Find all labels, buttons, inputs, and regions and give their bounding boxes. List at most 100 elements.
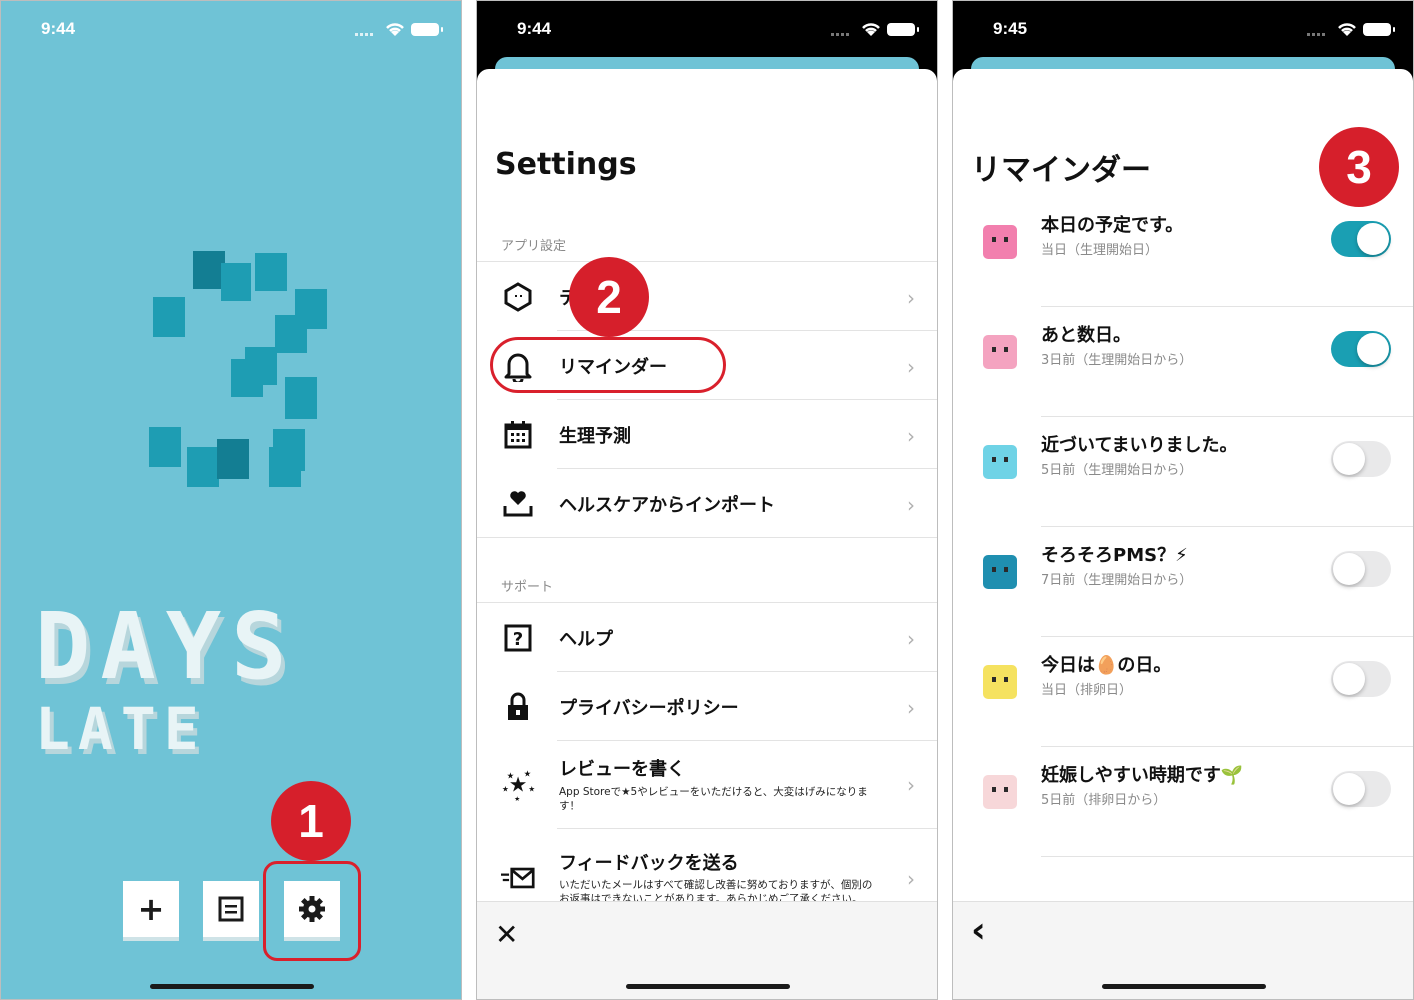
- reminder-toggle[interactable]: [1331, 771, 1391, 807]
- reminder-row[interactable]: あと数日。 3日前（生理開始日から）: [953, 307, 1413, 417]
- chevron-right-icon: ›: [907, 286, 915, 310]
- chevron-right-icon: ›: [907, 627, 915, 651]
- wifi-icon: [862, 23, 880, 36]
- battery-icon: [1363, 23, 1395, 36]
- row-label: レビューを書く: [559, 759, 685, 780]
- battery-icon: [411, 23, 443, 36]
- signal-icon: [1307, 33, 1325, 36]
- bottom-toolbar: ✕: [477, 901, 937, 999]
- svg-text:★: ★: [502, 785, 509, 794]
- light-pig-character-icon: [983, 775, 1017, 809]
- step-badge-3: 3: [1319, 127, 1399, 207]
- settings-row-privacy[interactable]: プライバシーポリシー ›: [477, 672, 937, 741]
- reminder-row[interactable]: 妊娠しやすい時期です🌱 5日前（排卵日から）: [953, 747, 1413, 857]
- row-label: 生理予測: [559, 426, 631, 447]
- counter-pixel-icon: [149, 251, 327, 487]
- page-title: Settings: [495, 147, 637, 182]
- blue-character-icon: [983, 445, 1017, 479]
- signal-icon: [355, 33, 373, 36]
- reminder-timing: 7日前（生理開始日から）: [1041, 573, 1193, 588]
- toggle-knob: [1333, 773, 1365, 805]
- settings-highlight: [263, 861, 361, 961]
- reminder-row[interactable]: 本日の予定です。 当日（生理開始日）: [953, 197, 1413, 307]
- step-badge-1: 1: [271, 781, 351, 861]
- add-button[interactable]: +: [123, 881, 179, 937]
- settings-row-theme[interactable]: テ ›: [477, 262, 937, 331]
- signal-icon: [831, 33, 849, 36]
- home-screen: 9:44 DAYS LATE + 1: [0, 0, 462, 1000]
- wifi-icon: [386, 23, 404, 36]
- reminder-toggle[interactable]: [1331, 551, 1391, 587]
- reminder-timing: 当日（排卵日）: [1041, 683, 1133, 698]
- reminder-highlight: [490, 337, 726, 393]
- reminder-screen: 9:45 リマインダー 本日の予定です。 当日（生理開始日） あと数日。 3日前…: [952, 0, 1414, 1000]
- section-header-app: アプリ設定: [501, 239, 567, 254]
- chick-character-icon: [983, 665, 1017, 699]
- reminder-label: 妊娠しやすい時期です🌱: [1041, 765, 1244, 786]
- chevron-right-icon: ›: [907, 867, 915, 891]
- stars-icon: ★ ★ ★ ★ ★ ★: [501, 767, 535, 802]
- reminder-label: 本日の予定です。: [1041, 215, 1184, 236]
- reminder-toggle[interactable]: [1331, 661, 1391, 697]
- reminder-timing: 5日前（排卵日から）: [1041, 793, 1167, 808]
- status-time: 9:44: [517, 19, 552, 38]
- chevron-right-icon: ›: [907, 493, 915, 517]
- hexagon-icon: [501, 280, 535, 314]
- divider: [477, 537, 937, 538]
- mail-icon: [501, 861, 535, 895]
- toggle-knob: [1333, 663, 1365, 695]
- settings-row-prediction[interactable]: 生理予測 ›: [477, 400, 937, 469]
- close-icon[interactable]: ✕: [495, 918, 518, 951]
- battery-icon: [887, 23, 919, 36]
- reminder-row[interactable]: 近づいてまいりました。 5日前（生理開始日から）: [953, 417, 1413, 527]
- divider: [1041, 856, 1413, 857]
- row-label: ヘルスケアからインポート: [559, 495, 775, 516]
- row-label: プライバシーポリシー: [559, 698, 739, 719]
- settings-row-review[interactable]: ★ ★ ★ ★ ★ ★ レビューを書く App Storeで★5やレビューをいただけると、…: [477, 741, 937, 829]
- settings-row-healthcare-import[interactable]: ヘルスケアからインポート ›: [477, 469, 937, 538]
- reminder-label: そろそろPMS？⚡: [1041, 545, 1188, 566]
- status-bar: 9:44: [1, 1, 461, 57]
- status-bar: 9:45: [953, 1, 1413, 57]
- settings-screen: 9:44 Settings アプリ設定 テ › リマインダー › 生理予測 ›: [476, 0, 938, 1000]
- reminder-row[interactable]: そろそろPMS？⚡ 7日前（生理開始日から）: [953, 527, 1413, 637]
- back-chevron-icon[interactable]: ‹: [971, 910, 986, 951]
- wifi-icon: [1338, 23, 1356, 36]
- reminder-label: あと数日。: [1041, 325, 1131, 346]
- home-indicator: [626, 984, 790, 989]
- list-button[interactable]: [203, 881, 259, 937]
- cube-character-icon: [983, 555, 1017, 589]
- settings-row-help[interactable]: ? ヘルプ ›: [477, 603, 937, 672]
- lock-icon: [501, 690, 535, 724]
- section-header-support: サポート: [501, 580, 554, 595]
- reminder-timing: 当日（生理開始日）: [1041, 243, 1159, 258]
- reminder-toggle[interactable]: [1331, 331, 1391, 367]
- status-time: 9:44: [41, 19, 76, 38]
- toggle-knob: [1357, 333, 1389, 365]
- home-indicator: [1102, 984, 1266, 989]
- rabbit-character-icon: [983, 225, 1017, 259]
- row-label: ヘルプ: [559, 629, 613, 650]
- toggle-knob: [1333, 443, 1365, 475]
- logo-late: LATE: [35, 695, 207, 763]
- home-indicator: [150, 984, 314, 989]
- reminder-sheet: リマインダー 本日の予定です。 当日（生理開始日） あと数日。 3日前（生理開始…: [953, 69, 1413, 999]
- chevron-right-icon: ›: [907, 773, 915, 797]
- reminder-row[interactable]: 今日は🥚の日。 当日（排卵日）: [953, 637, 1413, 747]
- bottom-toolbar: ‹: [953, 901, 1413, 999]
- chevron-right-icon: ›: [907, 355, 915, 379]
- row-label: フィードバックを送る: [559, 853, 739, 874]
- reminder-toggle[interactable]: [1331, 221, 1391, 257]
- chevron-right-icon: ›: [907, 696, 915, 720]
- reminder-label: 近づいてまいりました。: [1041, 435, 1238, 456]
- list-icon: [218, 896, 244, 922]
- reminder-timing: 3日前（生理開始日から）: [1041, 353, 1193, 368]
- svg-text:★: ★: [507, 771, 515, 781]
- row-description: App Storeで★5やレビューをいただけると、大変はげみになります！: [559, 786, 868, 812]
- reminder-toggle[interactable]: [1331, 441, 1391, 477]
- plus-icon: +: [137, 890, 165, 928]
- import-heart-icon: [501, 487, 535, 521]
- svg-text:?: ?: [513, 629, 523, 650]
- toggle-knob: [1333, 553, 1365, 585]
- svg-text:★: ★: [524, 769, 532, 779]
